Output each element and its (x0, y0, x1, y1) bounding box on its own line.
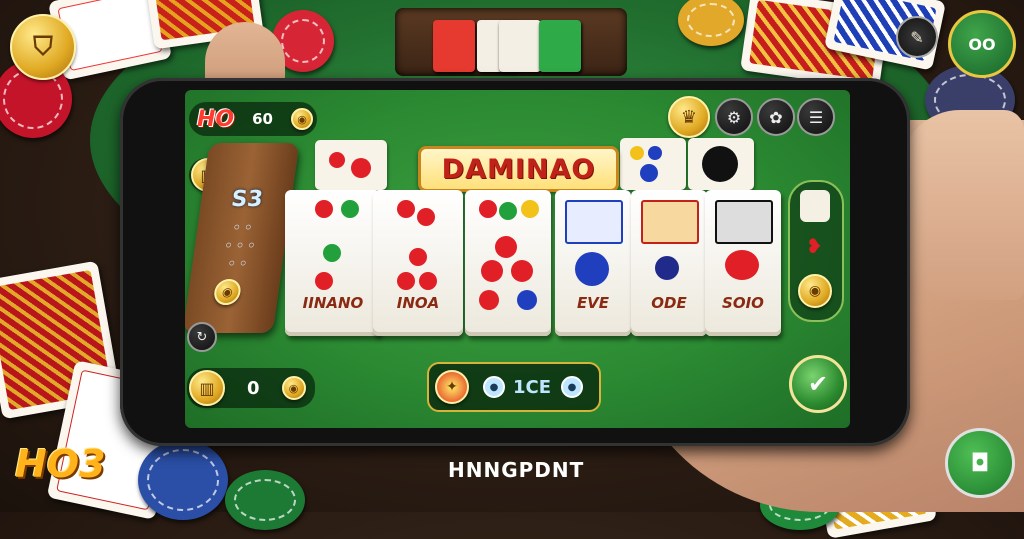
bottom-left-pill: ▥ 0 ◉ (187, 368, 315, 408)
domino-tile[interactable]: IINANO (285, 190, 381, 336)
top-value: 60 (252, 110, 273, 128)
game-title: DAMINAO (441, 153, 596, 185)
coin-icon: ◉ (281, 376, 306, 400)
tray-tile (539, 20, 581, 72)
domino-tile[interactable]: ODE (631, 190, 707, 336)
gem-icon: ● (483, 376, 505, 398)
flame-icon[interactable]: ✦ (435, 370, 469, 404)
board-dots: ◦◦ ◦◦◦ ◦◦ (222, 218, 260, 273)
gem-icon: ● (561, 376, 584, 398)
refresh-icon[interactable]: ↻ (187, 322, 217, 352)
tile-pattern (715, 200, 773, 244)
tray-tile (499, 20, 541, 72)
domino-tile-back[interactable] (688, 138, 754, 190)
chest-icon[interactable]: ▥ (189, 370, 225, 406)
tile-pattern (565, 200, 623, 244)
trophy-icon[interactable]: ♛ (668, 96, 710, 138)
domino-tile-back[interactable] (620, 138, 686, 190)
poker-chip (138, 440, 228, 520)
brand-caption: HNNGPDNT (448, 458, 585, 482)
tile-label: EVE (576, 294, 610, 312)
domino-tile[interactable]: SOIO (705, 190, 781, 336)
check-icon: ✔ (807, 370, 829, 398)
tile-label: SOIO (722, 294, 764, 312)
menu-icon[interactable]: ☰ (797, 98, 835, 136)
card-icon[interactable] (800, 190, 830, 222)
corner-logo: HO3 (15, 442, 106, 486)
shield-icon[interactable]: ⛉ (10, 14, 76, 80)
logo-pill: HO 60 ◉ (189, 102, 317, 136)
domino-tile-back[interactable] (315, 140, 387, 190)
coin-icon: ◉ (212, 279, 243, 305)
game-screen: HO 60 ◉ ▥ 020 S3 ◦◦◦◦◦◦◦ ◉ ↻ ▥ 0 ◉ ♛ ⚙ ✿… (185, 90, 850, 428)
tile-label: IINANO (302, 294, 364, 312)
camera-icon: ◘ (970, 449, 990, 477)
side-panel: ❥ ◉ (788, 180, 844, 322)
tile-tray (395, 8, 627, 76)
game-logo: HO (197, 106, 235, 132)
domino-tile[interactable]: INOA (373, 190, 463, 336)
heart-icon: ❥ (806, 234, 823, 258)
poker-chip (225, 470, 305, 530)
bottom-value: 0 (247, 377, 260, 399)
domino-tile[interactable] (465, 190, 551, 336)
coin-icon[interactable]: ◉ (798, 274, 832, 308)
title-banner: DAMINAO (418, 146, 619, 192)
coin-icon: ◉ (291, 108, 313, 130)
top-right-button[interactable]: OO (948, 10, 1016, 78)
tile-label: ODE (651, 294, 687, 312)
board-score: S3 (229, 187, 265, 212)
camera-button[interactable]: ◘ (945, 428, 1015, 498)
check-button[interactable]: ✔ (789, 355, 847, 413)
bottom-center-value: 1CE (513, 376, 552, 398)
chat-icon[interactable]: ✎ (896, 16, 938, 58)
top-right-button-label: OO (968, 34, 996, 54)
score-pill: ✦ ● 1CE ● (427, 362, 601, 412)
tile-pattern (641, 200, 699, 244)
tile-label: INOA (396, 294, 440, 312)
settings-icon[interactable]: ✿ (757, 98, 795, 136)
domino-tile[interactable]: EVE (555, 190, 631, 336)
gear-icon[interactable]: ⚙ (715, 98, 753, 136)
right-thumb (900, 110, 1024, 300)
tray-tile (433, 20, 475, 72)
